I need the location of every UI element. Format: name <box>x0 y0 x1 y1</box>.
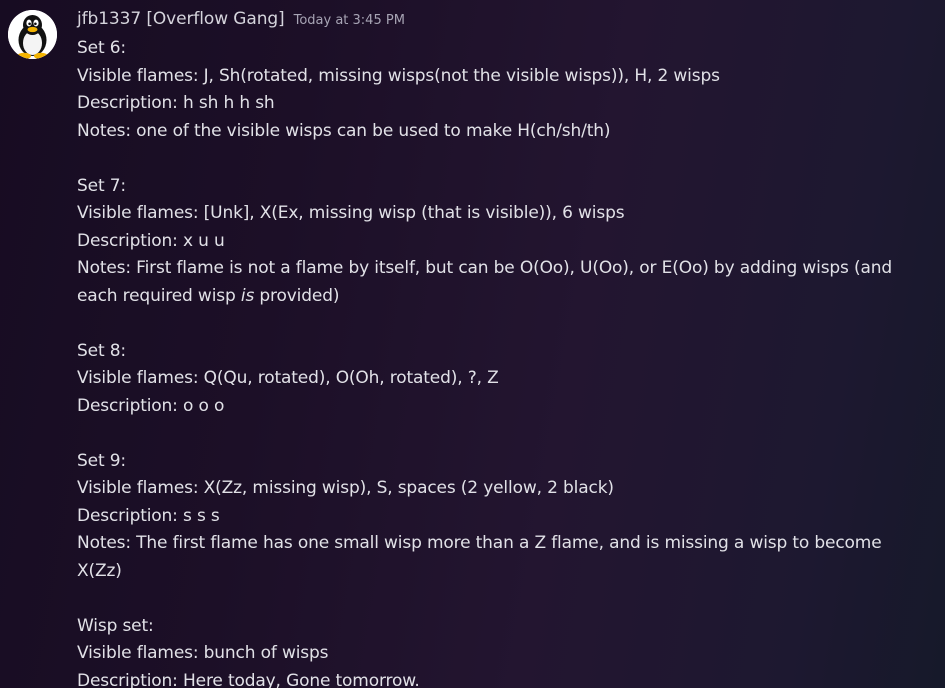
set6-title: Set 6: <box>77 38 126 58</box>
message-content: Set 6: Visible flames: J, Sh(rotated, mi… <box>77 35 907 688</box>
set7-notes: Notes: First flame is not a flame by its… <box>77 255 907 310</box>
message-header: jfb1337 [Overflow Gang] Today at 3:45 PM <box>77 9 405 33</box>
set9-title: Set 9: <box>77 450 126 471</box>
set8-title: Set 8: <box>77 340 126 361</box>
set6-description: Description: h sh h h sh <box>77 93 275 113</box>
tux-penguin-icon[interactable] <box>8 10 57 59</box>
set9-flames: Visible flames: X(Zz, missing wisp), S, … <box>77 478 614 498</box>
set6-flames: Visible flames: J, Sh(rotated, missing w… <box>77 65 720 86</box>
set9-notes: Notes: The first flame has one small wis… <box>77 533 882 581</box>
chat-message: jfb1337 [Overflow Gang] Today at 3:45 PM… <box>0 0 945 688</box>
timestamp: Today at 3:45 PM <box>293 13 405 28</box>
set7-description: Description: x u u <box>77 230 225 251</box>
wisp-set-title: Wisp set: <box>77 615 154 636</box>
set7-notes-text-a: Notes: First flame is not a flame by its… <box>77 258 893 306</box>
wisp-set-description: Description: Here today, Gone tomorrow. <box>77 670 420 688</box>
wisp-set-flames: Visible flames: bunch of wisps <box>77 643 329 663</box>
set7-notes-emphasis: is <box>240 285 255 306</box>
set9-description: Description: s s s <box>77 505 220 526</box>
set8-flames: Visible flames: Q(Qu, rotated), O(Oh, ro… <box>77 368 499 388</box>
set8-description: Description: o o o <box>77 395 225 416</box>
set7-flames: Visible flames: [Unk], X(Ex, missing wis… <box>77 203 625 223</box>
set7-notes-text-b: provided) <box>254 285 340 306</box>
set6-notes: Notes: one of the visible wisps can be u… <box>77 120 611 141</box>
username[interactable]: jfb1337 [Overflow Gang] <box>77 9 285 29</box>
set7-title: Set 7: <box>77 175 126 196</box>
